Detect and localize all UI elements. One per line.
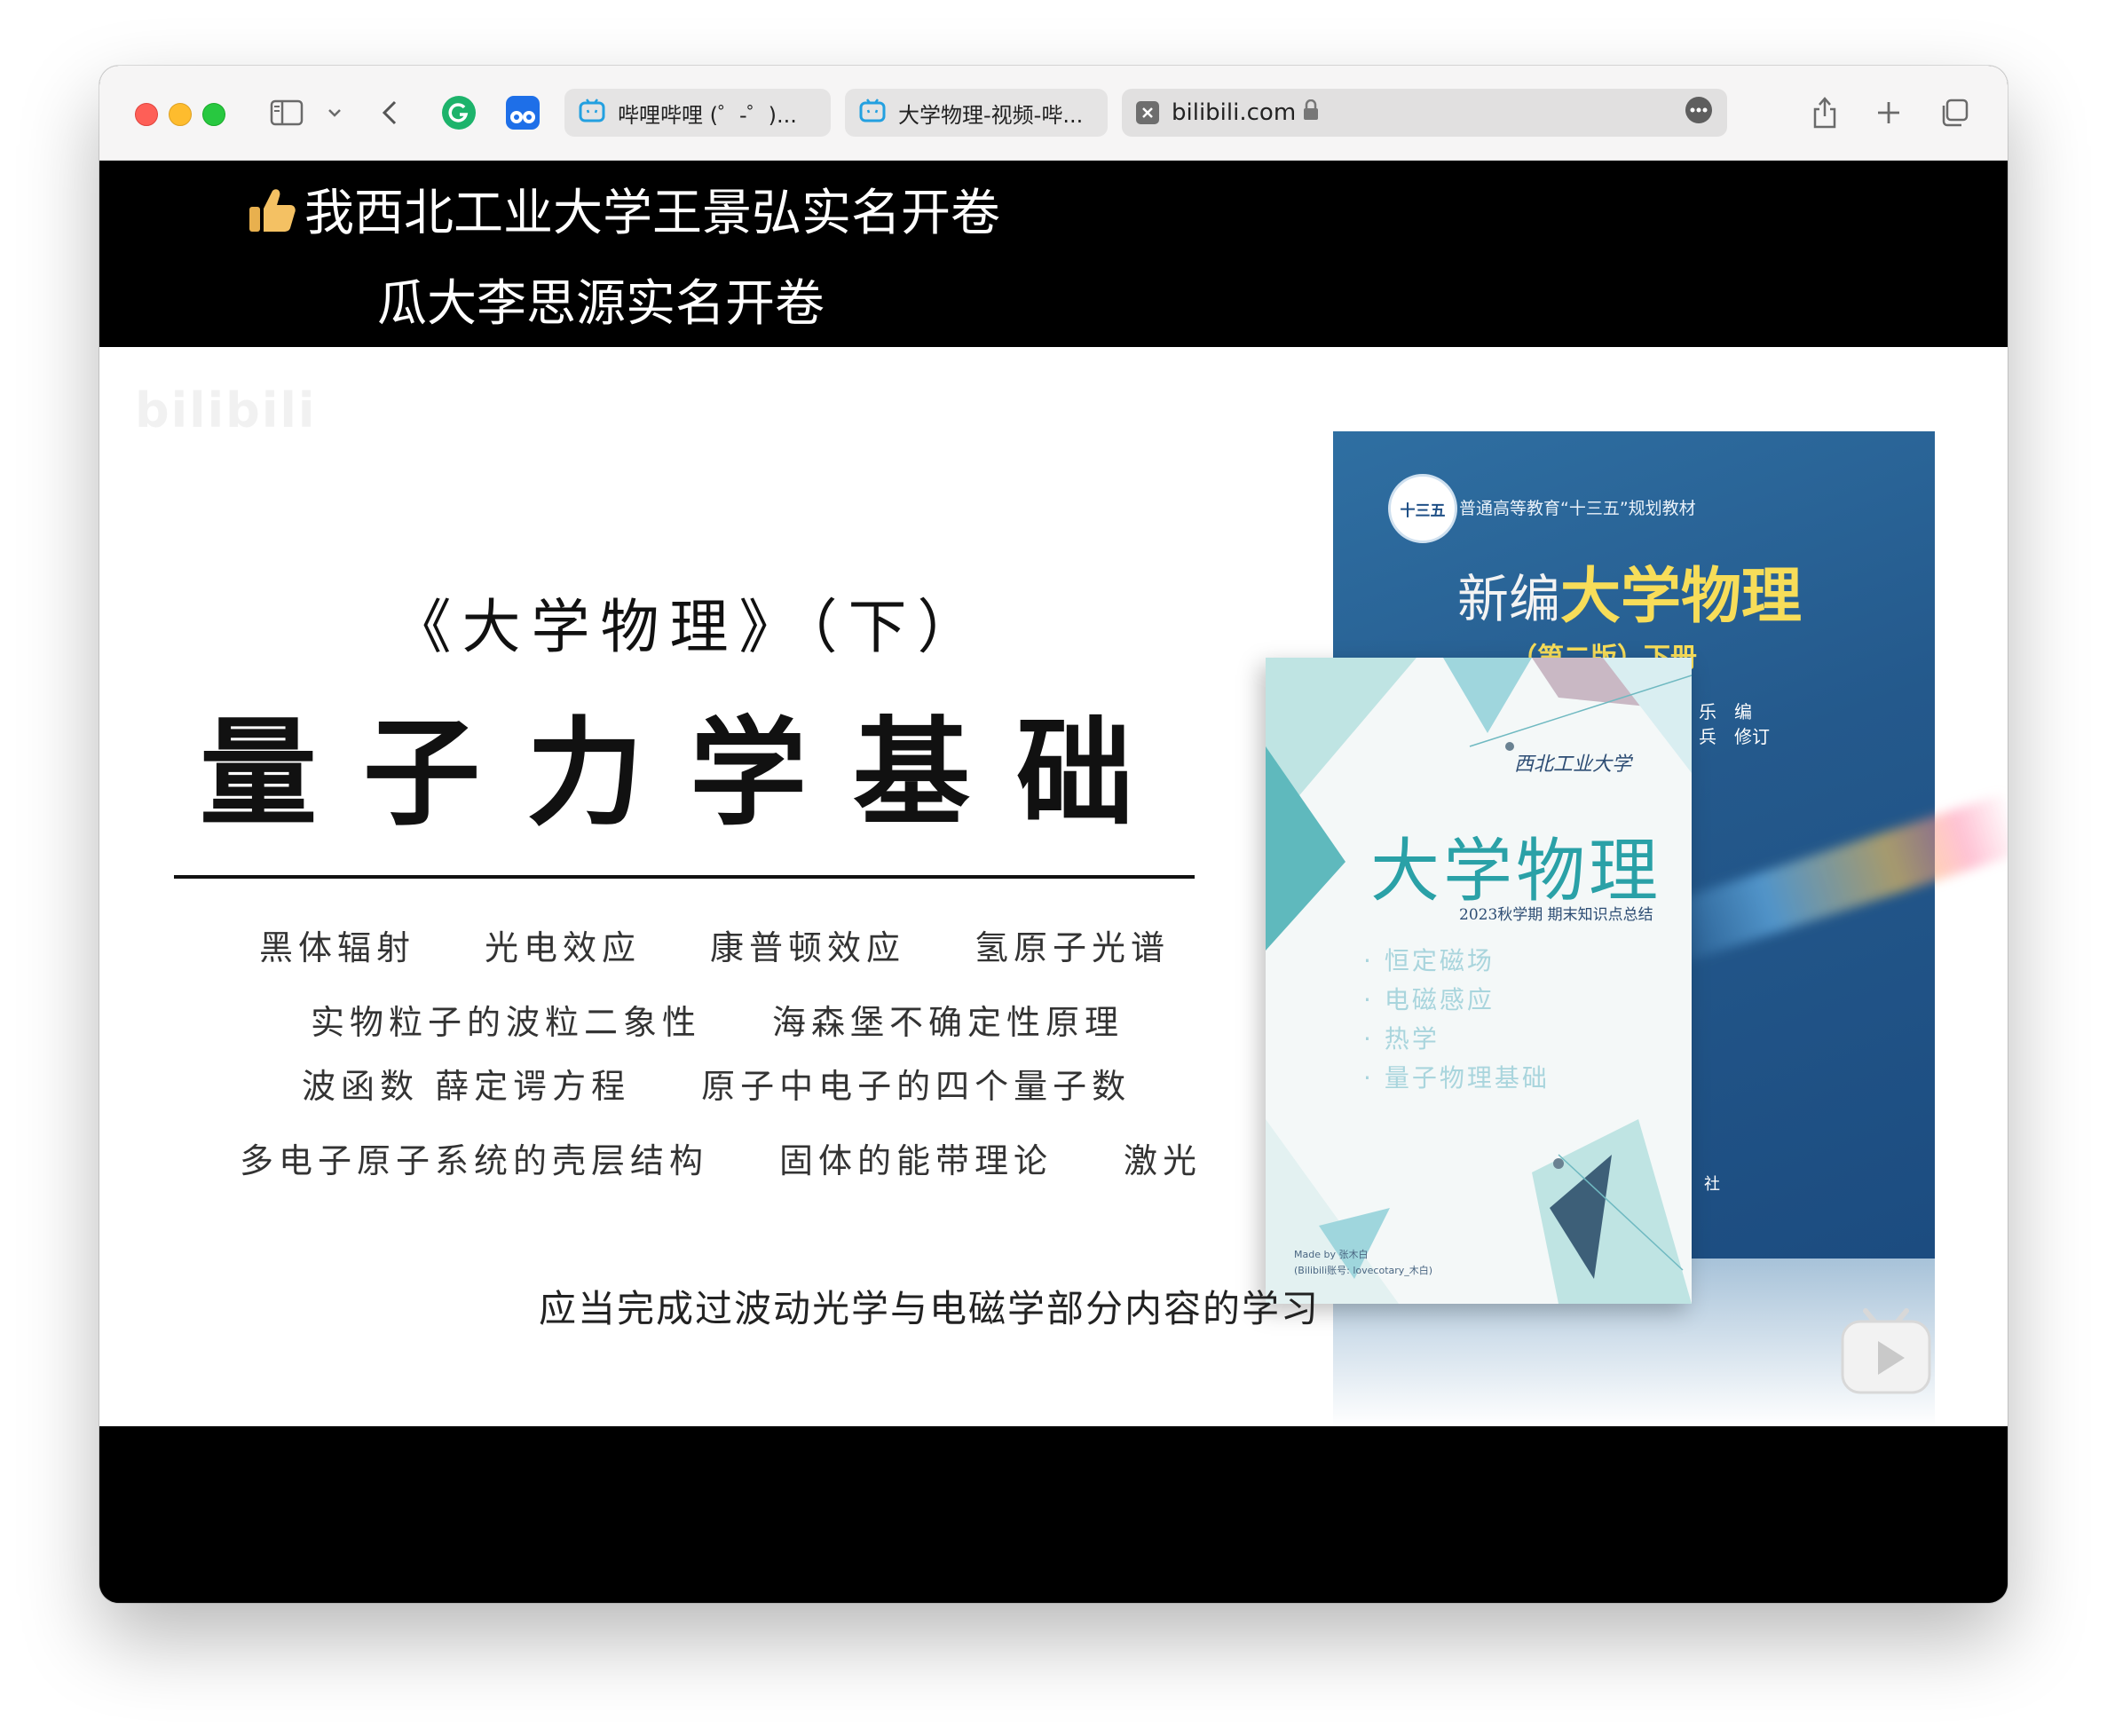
danmaku-comment: 瓜大李思源实名开卷 [377, 275, 825, 333]
book-title: 《大学物理》（下） [392, 593, 987, 661]
notes-contents: · 恒定磁场 · 电磁感应 · 热学 · 量子物理基础 [1363, 942, 1550, 1098]
study-notes-cover: 西北工业大学 大学物理 2023秋学期 期末知识点总结 · 恒定磁场 · 电磁感… [1266, 658, 1692, 1304]
sidebar-toggle-icon[interactable] [266, 92, 307, 133]
back-icon[interactable] [376, 92, 403, 133]
minimize-window-button[interactable] [169, 103, 192, 126]
publisher: 社 [1704, 1175, 1720, 1194]
prerequisite-note: 应当完成过波动光学与电磁学部分内容的学习 [538, 1287, 1320, 1330]
contents-item: · 恒定磁场 [1363, 946, 1495, 975]
topic-row: 多电子原子系统的壳层结构 固体的能带理论 激光 [240, 1141, 1203, 1180]
bilibili-helper-extension-icon[interactable] [502, 92, 543, 133]
bilibili-watermark: bilibili [135, 383, 317, 438]
series-name: 普通高等教育“十三五”规划教材 [1459, 499, 1696, 518]
tab-college-physics-video[interactable]: 大学物理-视频-哔... [845, 89, 1108, 137]
tab-overview-icon[interactable] [1937, 92, 1972, 133]
video-frame-slide: bilibili 《大学物理》（下） 量子力学基础 黑体辐射 光电效应 康普顿效应氢… [99, 347, 2008, 1426]
bilibili-tv-icon [579, 98, 605, 128]
close-window-button[interactable] [135, 103, 158, 126]
topic-row: 黑体辐射 光电效应 康普顿效应 氢原子光谱 [259, 928, 1171, 967]
series-badge: 十三五 [1388, 474, 1457, 543]
tab-bilibili-home[interactable]: 哔哩哔哩 (゜-゜)... [564, 89, 831, 137]
notes-subtitle: 2023秋学期 期末知识点总结 [1459, 906, 1653, 924]
grammarly-extension-icon[interactable] [438, 92, 479, 133]
maximize-window-button[interactable] [202, 103, 225, 126]
chapter-title: 量子力学基础 [200, 705, 1180, 842]
browser-toolbar: 哔哩哔哩 (゜-゜)... 大学物理-视频-哔... bilibili.com [99, 66, 2008, 161]
share-icon[interactable] [1807, 92, 1843, 133]
tab-active-address-bar[interactable]: bilibili.com [1122, 89, 1727, 137]
textbook-title: 新编大学物理 [1457, 561, 1803, 632]
danmaku-comment: 我西北工业大学王景弘实名开卷 [246, 173, 1000, 248]
thumbs-up-icon [246, 185, 297, 248]
tab-label: 哔哩哔哩 (゜-゜)... [618, 102, 797, 128]
spectrum-decoration [1652, 792, 2008, 967]
contents-item: · 电磁感应 [1363, 985, 1495, 1014]
title-divider [174, 875, 1195, 879]
lock-icon [1303, 99, 1319, 126]
video-player[interactable]: 我西北工业大学王景弘实名开卷 瓜大李思源实名开卷 bilibili 《大学物理》… [99, 161, 2008, 1603]
notes-title: 大学物理 [1370, 832, 1662, 911]
author-account: (Bilibili账号: lovecotary_木白) [1294, 1265, 1433, 1276]
new-tab-icon[interactable] [1871, 92, 1906, 133]
credit: 兵 修订 [1699, 726, 1770, 747]
contents-item: · 量子物理基础 [1363, 1063, 1550, 1093]
tab-label: 大学物理-视频-哔... [898, 102, 1084, 128]
close-tab-icon[interactable] [1136, 101, 1159, 124]
contents-item: · 热学 [1363, 1024, 1440, 1053]
author-credit: Made by 张木白 [1294, 1249, 1369, 1260]
address-text: bilibili.com [1172, 99, 1297, 126]
credit: 乐 编 [1699, 701, 1752, 722]
topic-row: 波函数 薛定谔方程 原子中电子的四个量子数 [302, 1067, 1132, 1106]
chevron-down-icon[interactable] [323, 92, 346, 133]
more-options-icon[interactable] [1685, 96, 1713, 130]
browser-window: 哔哩哔哩 (゜-゜)... 大学物理-视频-哔... bilibili.com [99, 66, 2008, 1603]
university-name: 西北工业大学 [1514, 754, 1632, 776]
bilibili-tv-icon [859, 98, 886, 128]
bilibili-play-logo-icon [1839, 1306, 1933, 1396]
topic-row: 实物粒子的波粒二象性 海森堡不确定性原理 [311, 1003, 1125, 1042]
